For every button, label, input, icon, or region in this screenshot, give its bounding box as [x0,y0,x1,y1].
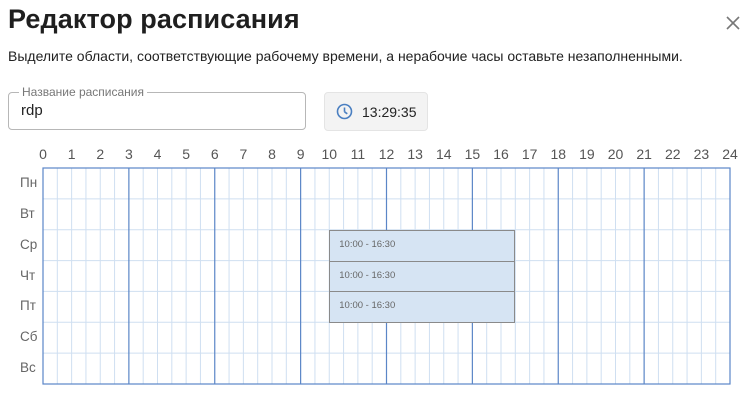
schedule-block-label: 10:00 - 16:30 [339,238,396,250]
schedule-grid[interactable] [0,0,752,397]
schedule-block[interactable]: 10:00 - 16:30 [329,229,516,262]
schedule-block-label: 10:00 - 16:30 [339,300,396,312]
schedule-block[interactable]: 10:00 - 16:30 [329,260,516,293]
schedule-block[interactable]: 10:00 - 16:30 [329,291,516,324]
schedule-block-label: 10:00 - 16:30 [339,269,396,281]
